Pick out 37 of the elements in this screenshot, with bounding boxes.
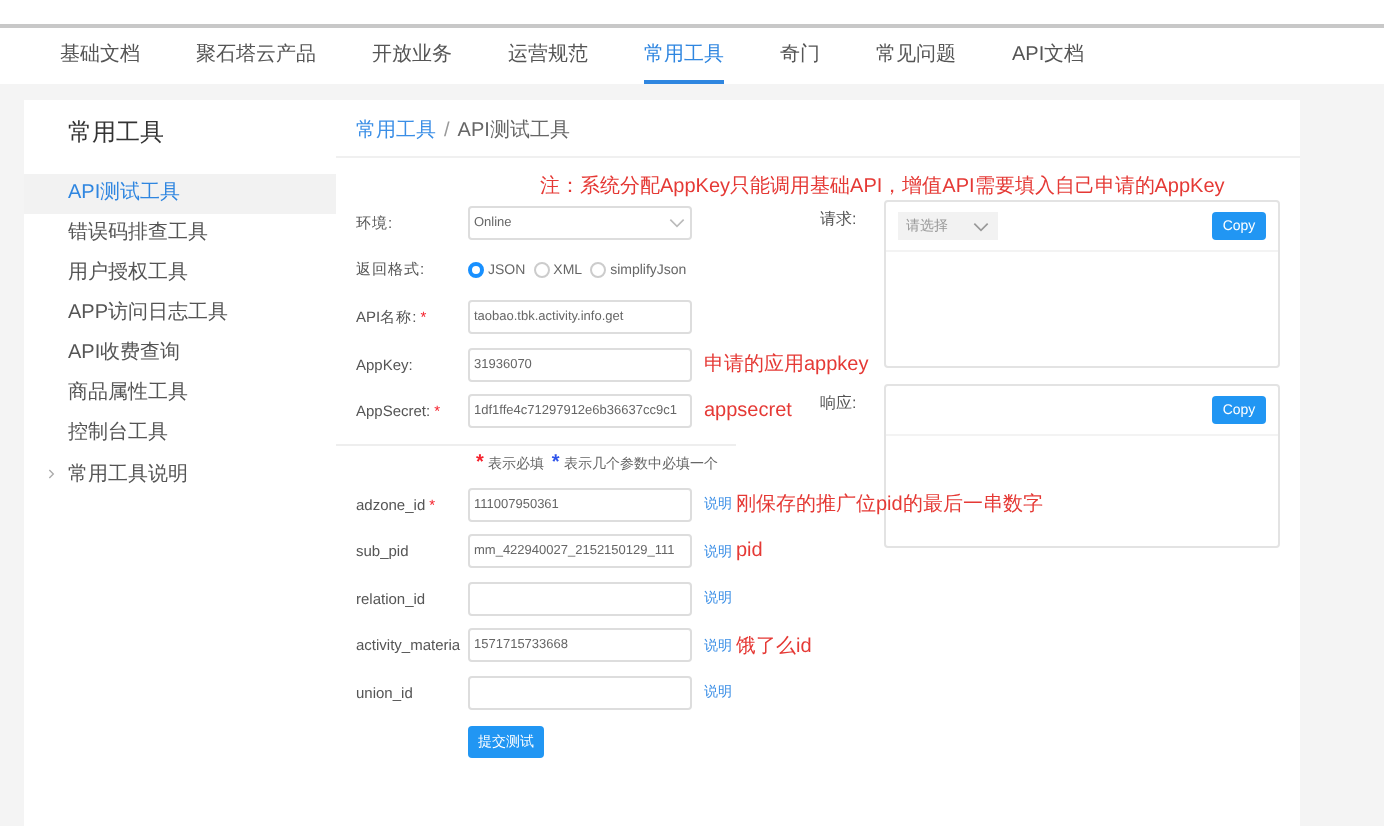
- radio-button[interactable]: [590, 262, 607, 279]
- sidebar-item[interactable]: 常用工具说明: [68, 460, 188, 488]
- breadcrumb-separator: /: [444, 119, 450, 141]
- caret-icon: [668, 218, 686, 229]
- annotation-text: 申请的应用appkey: [704, 351, 869, 379]
- request-label: 请求:: [820, 208, 859, 230]
- nav-tab[interactable]: 奇门: [780, 28, 820, 84]
- note-text: 注：系统分配AppKey只能调用基础API，增值API需要填入自己申请的AppKey: [540, 173, 1227, 200]
- breadcrumb-item[interactable]: API测试工具: [457, 116, 570, 144]
- sidebar-item[interactable]: APP访问日志工具: [24, 294, 336, 334]
- sidebar-item[interactable]: API收费查询: [24, 334, 336, 374]
- annotation-text: 刚保存的推广位pid的最后一串数字: [736, 491, 1043, 519]
- nav-tab[interactable]: API文档: [1012, 28, 1085, 84]
- annotation-text: pid: [736, 540, 763, 563]
- breadcrumb-item[interactable]: 常用工具: [356, 116, 436, 144]
- legend-mark: *: [551, 451, 560, 473]
- nav-tab[interactable]: 聚石塔云产品: [196, 28, 316, 84]
- input-field[interactable]: [468, 581, 692, 616]
- sidebar-item[interactable]: 用户授权工具: [24, 254, 336, 294]
- nav-tab[interactable]: 运营规范: [508, 28, 588, 84]
- chevron-icon: [48, 468, 56, 480]
- annotation-text: appsecret: [704, 400, 792, 423]
- input-field[interactable]: [468, 675, 692, 710]
- caret-icon: [972, 221, 990, 231]
- legend-mark: *: [476, 451, 484, 473]
- sidebar-item[interactable]: 错误码排查工具: [24, 214, 336, 254]
- sidebar-item[interactable]: API测试工具: [24, 174, 336, 214]
- nav-tab[interactable]: 基础文档: [60, 28, 140, 84]
- nav-tab[interactable]: 常见问题: [876, 28, 956, 84]
- radio-button[interactable]: [533, 262, 550, 279]
- sidebar-item[interactable]: 控制台工具: [24, 414, 336, 454]
- radio-button[interactable]: [468, 262, 484, 279]
- sidebar-item[interactable]: 商品属性工具: [24, 374, 336, 414]
- annotation-text: 饿了么id: [736, 633, 812, 660]
- nav-tab[interactable]: 开放业务: [372, 28, 452, 84]
- sidebar-title: 常用工具: [66, 116, 166, 150]
- response-label: 响应:: [820, 392, 859, 414]
